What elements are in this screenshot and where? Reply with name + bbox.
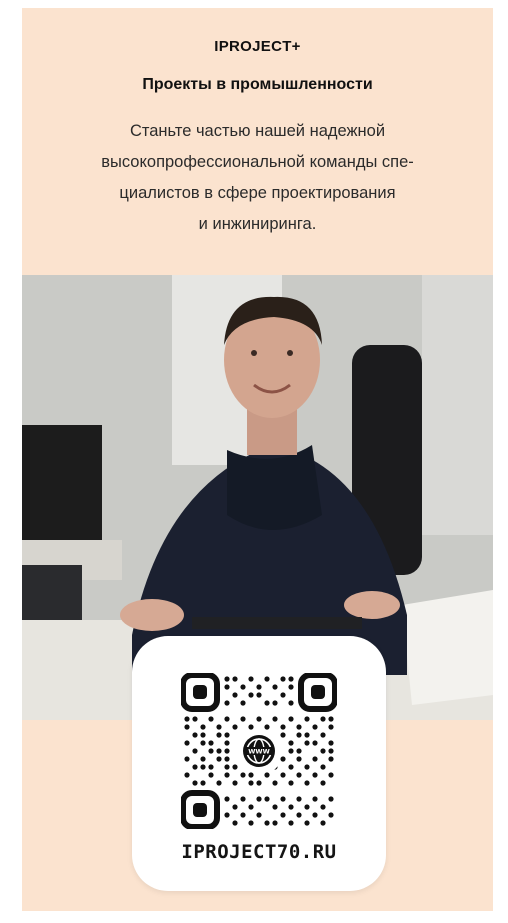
description-line: Станьте частью нашей надежной — [129, 122, 386, 140]
qr-code[interactable]: WWW — [181, 673, 337, 829]
description-line: и инжиниринга. — [198, 215, 317, 233]
description-line: циалистов в сфере проектирования — [119, 184, 396, 202]
qr-finder-top-right — [298, 673, 337, 712]
qr-finder-top-left — [181, 673, 220, 712]
header-section: IPROJECT+ Проекты в промышленности Стань… — [22, 8, 493, 275]
svg-text:WWW: WWW — [248, 748, 270, 756]
qr-finder-bottom-left — [181, 790, 220, 829]
brand-title: IPROJECT+ — [214, 38, 301, 55]
description-text: Станьте частью нашей надежной высокопроф… — [52, 116, 463, 240]
qr-url-text[interactable]: IPROJECT70.RU — [132, 841, 386, 863]
www-globe-icon: WWW — [239, 731, 279, 771]
promo-card: IPROJECT+ Проекты в промышленности Стань… — [22, 8, 493, 911]
qr-card[interactable]: WWW IPROJECT70.RU — [132, 636, 386, 891]
subtitle: Проекты в промышленности — [142, 76, 373, 93]
description-line: высокопрофессиональной команды спе- — [101, 153, 414, 171]
